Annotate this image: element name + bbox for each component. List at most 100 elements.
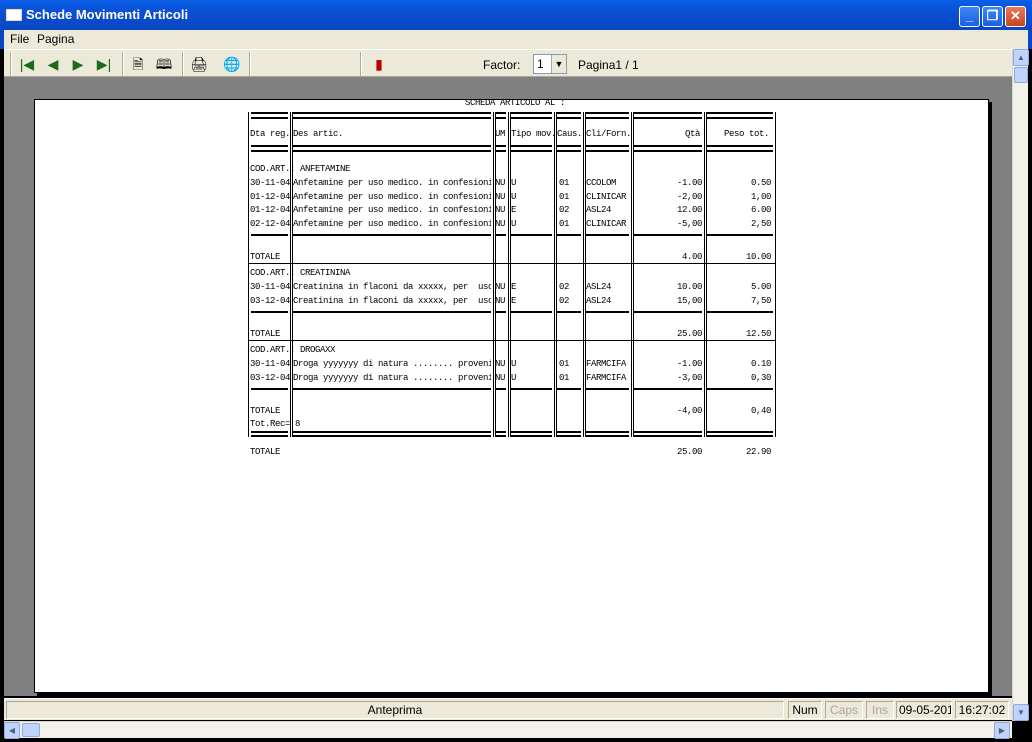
cell-cli-forn: ASL24 <box>586 282 612 292</box>
cell-um: NU <box>495 282 506 292</box>
table-rule <box>557 150 581 152</box>
close-button[interactable]: ✕ <box>1005 6 1026 27</box>
table-column-rule <box>554 112 555 437</box>
cell-peso: 0,30 <box>750 372 771 383</box>
table-rule <box>586 150 629 152</box>
table-rule <box>557 431 581 433</box>
table-rule <box>251 112 288 114</box>
table-rule <box>511 311 552 313</box>
cell-um: NU <box>495 178 506 188</box>
article-code-label: COD.ART.: CREATININA <box>250 268 351 278</box>
cell-cli-forn: ASL24 <box>586 295 612 306</box>
table-rule <box>634 431 702 433</box>
cell-description: Droga yyyyyyy di natura ........ proveni… <box>293 372 491 383</box>
exit-button[interactable]: ▮ <box>368 54 390 74</box>
two-pages-icon: 🕮 <box>155 56 173 72</box>
table-rule <box>557 112 581 114</box>
table-rule <box>293 431 491 433</box>
cell-causale: 01 <box>559 359 570 369</box>
menu-file[interactable]: File <box>10 32 29 46</box>
cell-description: Anfetamine per uso medico. in confesioni… <box>293 178 491 188</box>
cell-tipo-mov: U <box>511 372 517 383</box>
table-column-rule <box>704 112 705 437</box>
last-page-button[interactable]: ▶| <box>93 54 115 74</box>
table-column-rule <box>495 112 496 437</box>
factor-value: 1 <box>537 57 544 71</box>
cell-date: 30-11-04 <box>250 359 291 369</box>
cell-causale: 02 <box>559 282 570 292</box>
table-column-rule <box>775 112 776 437</box>
horizontal-scrollbar[interactable]: ◀ ▶ <box>4 721 1012 739</box>
chevron-down-icon[interactable]: ▼ <box>551 55 566 73</box>
cell-date: 30-11-04 <box>250 282 291 292</box>
table-rule <box>251 311 288 313</box>
status-ins: Ins <box>866 701 894 719</box>
prev-page-icon: ◀ <box>47 56 59 72</box>
table-rule <box>557 117 581 119</box>
prev-page-button[interactable]: ◀ <box>42 54 64 74</box>
group-total-label: TOTALE <box>250 406 281 416</box>
table-rule <box>586 112 629 114</box>
menu-pagina[interactable]: Pagina <box>37 32 74 46</box>
table-rule <box>496 431 506 433</box>
print-preview-area[interactable]: SCHEDA ARTICOLO AL : Dta reg. Des artic. UM… <box>4 77 1012 696</box>
restore-button[interactable]: ❐ <box>982 6 1003 27</box>
exit-door-icon: ▮ <box>375 56 383 72</box>
minimize-button[interactable]: _ <box>959 6 980 27</box>
table-rule <box>634 234 702 236</box>
factor-select[interactable]: 1 ▼ <box>533 54 567 74</box>
table-rule <box>496 435 506 437</box>
table-rule <box>557 311 581 313</box>
group-total-peso: 12.50 <box>745 329 771 339</box>
cell-peso: 0.10 <box>750 359 771 369</box>
table-rule <box>511 112 552 114</box>
first-page-icon: |◀ <box>19 56 35 72</box>
grand-total-label: TOTALE <box>250 447 281 457</box>
table-rule <box>496 388 506 390</box>
scroll-down-button[interactable]: ▼ <box>1013 704 1029 721</box>
table-rule <box>496 150 506 152</box>
table-column-rule <box>290 112 291 437</box>
cell-qty: -1.00 <box>676 359 702 369</box>
table-rule <box>586 431 629 433</box>
export-button[interactable]: 🌐 <box>221 54 243 74</box>
table-rule <box>707 117 773 119</box>
next-page-icon: ▶ <box>72 56 84 72</box>
grand-total-qty: 25.00 <box>676 447 702 457</box>
single-page-button[interactable]: 🗎 <box>127 54 149 74</box>
next-page-button[interactable]: ▶ <box>67 54 89 74</box>
table-rule <box>511 435 552 437</box>
horizontal-scroll-thumb[interactable] <box>22 723 40 737</box>
print-button[interactable]: 🖨 <box>188 54 210 74</box>
table-rule <box>707 150 773 152</box>
cell-date: 03-12-04 <box>250 372 291 383</box>
cell-tipo-mov: U <box>511 218 517 229</box>
two-pages-button[interactable]: 🕮 <box>153 54 175 74</box>
cell-description: Anfetamine per uso medico. in confesioni… <box>293 191 491 202</box>
table-rule <box>511 388 552 390</box>
app-window-icon <box>6 9 22 21</box>
cell-causale: 01 <box>559 178 570 188</box>
table-rule <box>511 431 552 433</box>
page-indicator: Pagina1 / 1 <box>578 58 639 72</box>
cell-tipo-mov: U <box>511 191 517 202</box>
title-bar[interactable]: Schede Movimenti Articoli _ ❐ ✕ <box>0 0 1032 30</box>
table-rule <box>496 145 506 147</box>
table-rule <box>707 311 773 313</box>
scroll-up-button[interactable]: ▲ <box>1013 49 1029 66</box>
scroll-right-button[interactable]: ▶ <box>994 722 1010 739</box>
vertical-scroll-thumb[interactable] <box>1014 67 1028 83</box>
table-rule <box>586 311 629 313</box>
table-rule <box>557 435 581 437</box>
table-rule <box>293 117 491 119</box>
table-rule <box>634 311 702 313</box>
scroll-left-button[interactable]: ◀ <box>4 722 20 739</box>
vertical-scrollbar[interactable]: ▲ ▼ <box>1012 49 1029 721</box>
toolbar-separator <box>182 52 184 76</box>
cell-qty: 10.00 <box>676 282 702 292</box>
table-rule <box>511 150 552 152</box>
table-rule <box>511 234 552 236</box>
first-page-button[interactable]: |◀ <box>16 54 38 74</box>
cell-qty: -2,00 <box>676 191 702 202</box>
column-header: Des artic. <box>293 129 344 139</box>
